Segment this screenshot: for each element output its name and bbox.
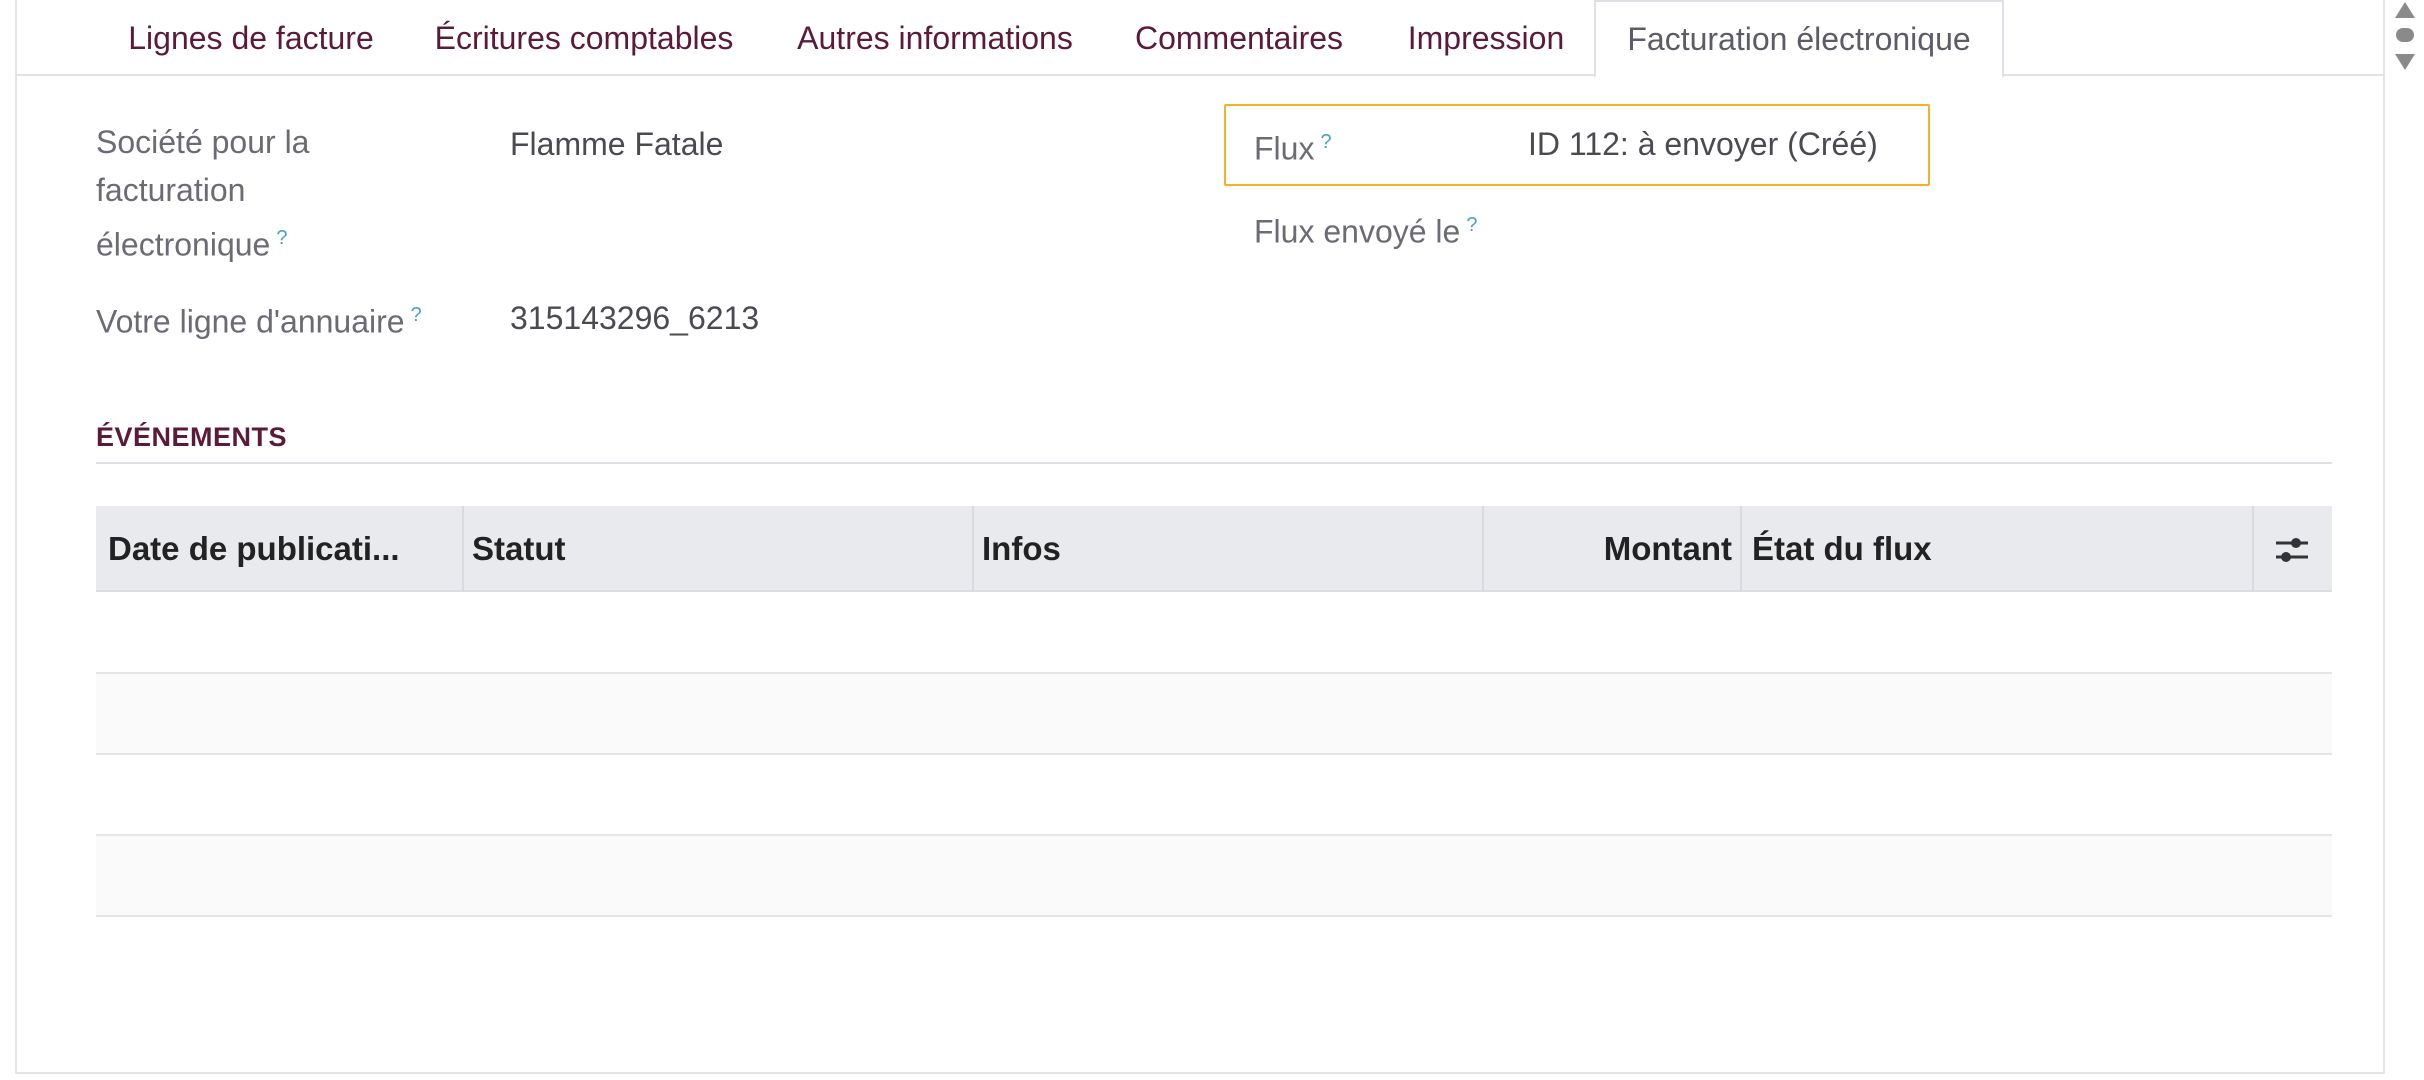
column-header-info[interactable]: Infos — [982, 506, 1061, 592]
scrollbar[interactable] — [2394, 0, 2424, 76]
help-icon[interactable]: ? — [411, 304, 422, 326]
column-resizer[interactable] — [1482, 506, 1484, 592]
tab-journal-items[interactable]: Écritures comptables — [414, 0, 754, 76]
company-label-line: Société pour la — [96, 124, 310, 160]
table-row — [96, 593, 2332, 674]
tab-other-info[interactable]: Autres informations — [774, 0, 1096, 76]
flux-sent-label-text: Flux envoyé le — [1254, 213, 1461, 250]
column-header-flow-state[interactable]: État du flux — [1752, 506, 1932, 592]
help-icon[interactable]: ? — [276, 227, 287, 249]
flux-label-text: Flux — [1254, 130, 1315, 167]
column-resizer[interactable] — [462, 506, 464, 592]
column-header-amount[interactable]: Montant — [1492, 506, 1732, 592]
directory-label-text: Votre ligne d'annuaire — [96, 303, 405, 340]
column-resizer[interactable] — [972, 506, 974, 592]
column-resizer[interactable] — [1740, 506, 1742, 592]
section-divider — [96, 462, 2332, 464]
table-row — [96, 674, 2332, 755]
directory-value[interactable]: 315143296_6213 — [510, 294, 759, 342]
tab-comments[interactable]: Commentaires — [1118, 0, 1360, 76]
sliders-icon[interactable] — [2274, 534, 2310, 566]
triangle-down-icon[interactable] — [2395, 54, 2415, 70]
table-row — [96, 836, 2332, 917]
tab-invoice-lines[interactable]: Lignes de facture — [106, 0, 396, 76]
flux-label: Flux? — [1254, 118, 1332, 173]
company-label: Société pour la facturation électronique… — [96, 118, 309, 269]
flux-value[interactable]: ID 112: à envoyer (Créé) — [1528, 120, 1878, 168]
tab-e-invoicing[interactable]: Facturation électronique — [1594, 0, 2004, 78]
company-label-line: facturation — [96, 172, 246, 208]
column-resizer[interactable] — [2252, 506, 2254, 592]
company-label-line: électronique? — [96, 214, 309, 269]
directory-label: Votre ligne d'annuaire? — [96, 291, 422, 346]
company-value[interactable]: Flamme Fatale — [510, 120, 723, 168]
tab-printing[interactable]: Impression — [1380, 0, 1592, 76]
events-table-header: Date de publicati... Statut Infos Montan… — [96, 506, 2332, 592]
help-icon[interactable]: ? — [1466, 214, 1477, 236]
column-header-status[interactable]: Statut — [472, 506, 566, 592]
company-label-text: électronique — [96, 226, 271, 263]
events-section-title: ÉVÉNEMENTS — [96, 422, 288, 452]
scroll-thumb[interactable] — [2396, 28, 2414, 42]
column-header-date[interactable]: Date de publicati... — [108, 506, 400, 592]
triangle-up-icon[interactable] — [2395, 2, 2415, 18]
table-row — [96, 755, 2332, 836]
help-icon[interactable]: ? — [1320, 131, 1331, 153]
flux-sent-label: Flux envoyé le? — [1254, 201, 1477, 256]
